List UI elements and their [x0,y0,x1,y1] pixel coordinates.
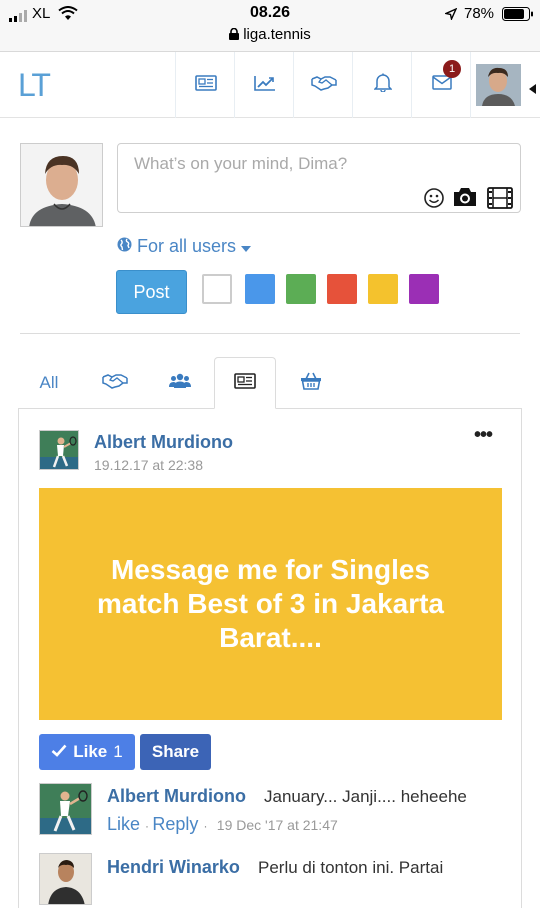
comment-author[interactable]: Hendri Winarko [107,857,240,878]
color-swatch-white[interactable] [202,274,232,304]
battery-icon [502,7,534,26]
messages-badge: 1 [443,60,461,78]
handshake-icon [310,75,337,96]
like-button[interactable]: Like 1 [39,734,135,770]
comment-like-link[interactable]: Like [107,814,140,834]
audience-selector[interactable]: For all users [117,236,252,257]
bell-icon [372,73,393,97]
like-count: 1 [113,742,123,761]
stats-nav-button[interactable] [234,52,294,118]
share-button[interactable]: Share [140,734,211,770]
url-text: liga.tennis [243,26,311,43]
notifications-nav-button[interactable] [352,52,412,118]
avatar[interactable] [476,64,521,106]
status-bar: XL 08.26 liga.tennis 78% [0,0,540,52]
comment-reply-link[interactable]: Reply [152,814,198,834]
color-swatch-purple[interactable] [409,274,439,304]
smiley-icon[interactable] [424,188,444,213]
post-composer-input[interactable]: What’s on your mind, Dima? [117,143,521,213]
site-logo[interactable]: LT [18,67,51,104]
messages-nav-button[interactable] [411,52,471,118]
caret-down-icon [241,236,252,257]
location-arrow-icon [443,7,458,25]
matches-nav-button[interactable] [293,52,353,118]
more-options-icon[interactable]: ••• [474,424,493,447]
like-label: Like [73,742,108,761]
comment-author[interactable]: Albert Murdiono [107,786,246,807]
globe-icon [117,236,132,257]
basket-icon [300,372,322,395]
composer-placeholder: What’s on your mind, Dima? [134,154,348,173]
tab-all[interactable]: All [20,357,78,409]
color-swatch-red[interactable] [327,274,357,304]
envelope-icon [431,75,452,95]
tab-shop[interactable] [286,357,336,409]
color-swatch-yellow[interactable] [368,274,398,304]
post-timestamp[interactable]: 19.12.17 at 22:38 [94,457,203,473]
post-author-name[interactable]: Albert Murdiono [94,432,233,453]
comment-avatar[interactable] [39,783,92,835]
newspaper-icon [194,74,217,96]
comment-timestamp: 19 Dec '17 at 21:47 [216,817,338,833]
comment-actions: Like · Reply · 19 Dec '17 at 21:47 [107,814,338,835]
comment-text: January... Janji.... heheehe [264,787,467,806]
composer-avatar [20,143,103,227]
tab-news[interactable] [214,357,276,409]
clock: 08.26 [249,4,291,21]
post-banner: Message me for Singles match Best of 3 i… [39,488,502,720]
newspaper-icon [234,372,256,394]
battery-percent: 78% [464,5,495,22]
comment-avatar[interactable] [39,853,92,905]
check-icon [51,742,67,762]
caret-left-icon[interactable] [529,81,537,99]
audience-label: For all users [137,236,237,256]
post-banner-text: Message me for Singles match Best of 3 i… [96,554,445,653]
divider [20,333,520,334]
news-nav-button[interactable] [175,52,235,118]
separator: · [203,819,211,833]
tab-groups[interactable] [155,357,205,409]
film-icon[interactable] [487,187,513,214]
post-button[interactable]: Post [116,270,187,314]
color-swatch-blue[interactable] [245,274,275,304]
handshake-icon [102,373,128,394]
tab-matches[interactable] [90,357,140,409]
url-bar[interactable]: liga.tennis [0,26,540,44]
lock-icon [229,27,240,44]
camera-icon[interactable] [452,186,478,213]
comment-text: Perlu di tonton ini. Partai [258,858,444,877]
users-icon [169,373,191,394]
chart-line-icon [253,75,276,96]
post-author-avatar[interactable] [39,430,79,470]
color-swatch-green[interactable] [286,274,316,304]
top-navbar: LT [0,52,540,118]
